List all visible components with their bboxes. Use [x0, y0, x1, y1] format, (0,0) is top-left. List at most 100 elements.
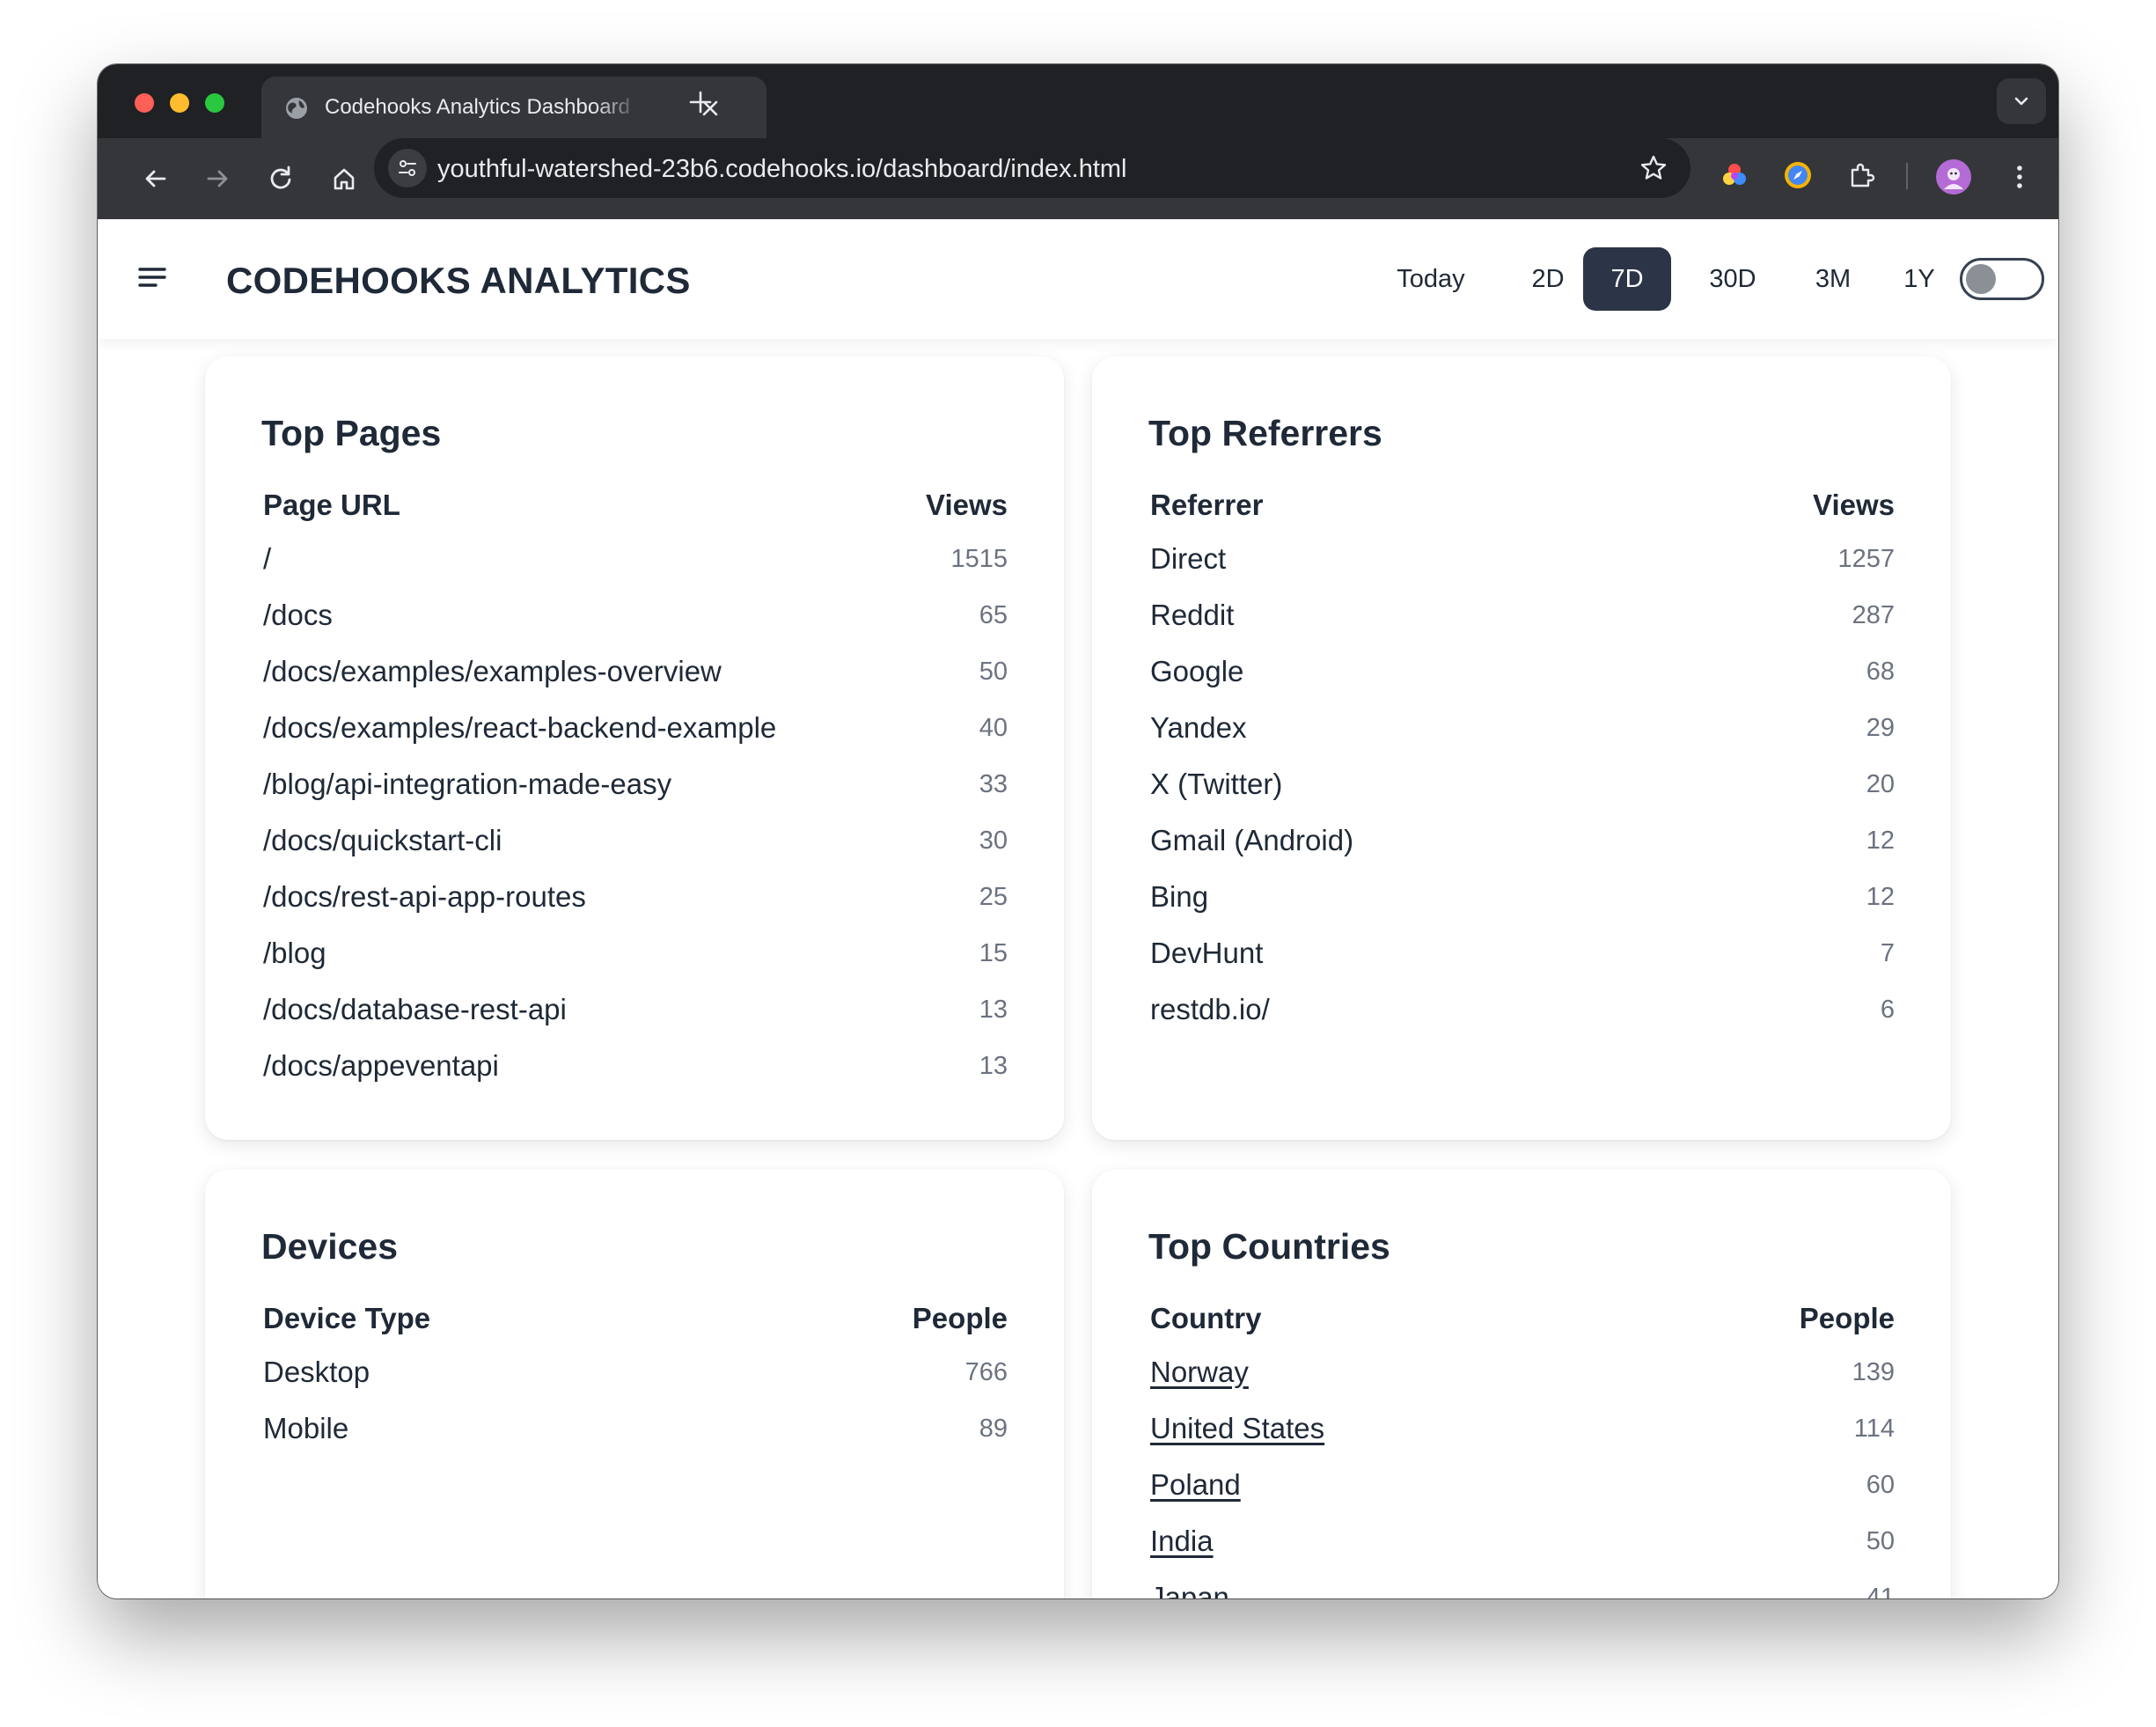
- url-text[interactable]: youthful-watershed-23b6.codehooks.io/das…: [437, 155, 1127, 184]
- top-pages-card: Top Pages Page URL Views / 1515 /docs 65 /…: [205, 356, 1064, 1140]
- table-row: /docs 65: [263, 587, 1008, 643]
- home-icon[interactable]: [326, 161, 362, 196]
- table-row: Direct 1257: [1150, 531, 1895, 587]
- top-pages-table: Page URL Views / 1515 /docs 65 /docs/examp…: [263, 480, 1008, 1094]
- toolbar-divider: [1906, 163, 1908, 189]
- row-label: /docs/examples/examples-overview: [263, 655, 722, 687]
- row-label: /: [263, 542, 272, 575]
- table-row: Bing 12: [1150, 869, 1895, 925]
- minimize-window-button[interactable]: [170, 93, 189, 113]
- country-link[interactable]: Norway: [1150, 1356, 1249, 1389]
- country-link[interactable]: Poland: [1150, 1468, 1241, 1502]
- more-vert-icon[interactable]: [2002, 159, 2037, 195]
- table-row: /docs/rest-api-app-routes 25: [263, 869, 1008, 925]
- column-header-views: Views: [926, 489, 1008, 521]
- toggle-knob: [1966, 264, 1996, 294]
- row-value: 12: [1866, 826, 1895, 855]
- range-button-7d[interactable]: 7D: [1583, 247, 1671, 311]
- row-value: 1257: [1837, 544, 1895, 573]
- bookmark-star-icon[interactable]: [1638, 152, 1669, 184]
- browser-window: Codehooks Analytics Dashboard youthful-w…: [98, 64, 2058, 1598]
- row-value: 15: [979, 938, 1008, 967]
- table-row: India 50: [1150, 1513, 1895, 1569]
- forward-arrow-icon[interactable]: [200, 161, 235, 196]
- profile-avatar-icon: [1944, 168, 1963, 189]
- card-title: Top Pages: [261, 413, 442, 453]
- row-label: /docs/examples/react-backend-example: [263, 711, 777, 744]
- top-referrers-card: Top Referrers Referrer Views Direct 1257 …: [1092, 356, 1951, 1140]
- row-label: Mobile: [263, 1412, 349, 1444]
- row-label: restdb.io/: [1150, 993, 1270, 1025]
- table-row: Poland 60: [1150, 1457, 1895, 1513]
- range-button-30d[interactable]: 30D: [1692, 247, 1773, 311]
- column-header-views: Views: [1813, 489, 1895, 521]
- table-row: / 1515: [263, 531, 1008, 587]
- devices-card: Devices Device Type People Desktop 766 Mo…: [205, 1170, 1064, 1598]
- table-header: Device Type People: [263, 1293, 1008, 1344]
- row-value: 287: [1852, 600, 1895, 629]
- maximize-window-button[interactable]: [205, 93, 224, 113]
- row-value: 33: [979, 769, 1008, 798]
- row-value: 40: [979, 713, 1008, 742]
- table-row: /docs/appeventapi 13: [263, 1038, 1008, 1094]
- range-button-today[interactable]: Today: [1381, 247, 1481, 311]
- row-value: 89: [979, 1414, 1008, 1443]
- column-header-referrer: Referrer: [1150, 489, 1264, 521]
- column-header-country: Country: [1150, 1302, 1262, 1334]
- range-button-2d[interactable]: 2D: [1509, 247, 1587, 311]
- row-value: 7: [1880, 938, 1895, 967]
- row-label: /docs/rest-api-app-routes: [263, 880, 586, 913]
- tune-icon: [399, 160, 416, 176]
- reload-icon[interactable]: [263, 161, 298, 196]
- page-content: CODEHOOKS ANALYTICS Today 2D 7D 30D 3M 1…: [98, 219, 2058, 1598]
- extensions-puzzle-icon[interactable]: [1844, 158, 1879, 193]
- row-value: 41: [1866, 1583, 1895, 1599]
- card-title: Top Referrers: [1148, 413, 1382, 453]
- tab-title: Codehooks Analytics Dashboard: [325, 95, 630, 119]
- theme-toggle[interactable]: [1960, 258, 2044, 300]
- address-bar[interactable]: youthful-watershed-23b6.codehooks.io/das…: [374, 138, 1690, 198]
- table-row: /docs/database-rest-api 13: [263, 981, 1008, 1038]
- menu-icon[interactable]: [133, 258, 172, 297]
- table-row: /blog 15: [263, 925, 1008, 981]
- row-value: 139: [1852, 1357, 1895, 1386]
- table-row: /docs/examples/examples-overview 50: [263, 643, 1008, 700]
- row-label: Google: [1150, 655, 1244, 687]
- row-label: /docs: [263, 599, 333, 631]
- column-header-people: People: [1799, 1302, 1895, 1334]
- country-link[interactable]: United States: [1150, 1412, 1324, 1445]
- row-value: 50: [1866, 1526, 1895, 1555]
- site-settings-button[interactable]: [388, 149, 427, 187]
- tab-strip: Codehooks Analytics Dashboard: [98, 64, 2058, 138]
- table-row: Gmail (Android) 12: [1150, 812, 1895, 869]
- row-value: 20: [1866, 769, 1895, 798]
- row-label: Yandex: [1150, 711, 1247, 744]
- row-label: /docs/appeventapi: [263, 1049, 499, 1082]
- top-countries-card: Top Countries Country People Norway 139 U…: [1092, 1170, 1951, 1598]
- profile-avatar[interactable]: [1936, 159, 1971, 195]
- new-tab-icon[interactable]: [687, 89, 714, 115]
- color-picker-extension-icon[interactable]: [1717, 158, 1752, 193]
- back-arrow-icon[interactable]: [138, 161, 173, 196]
- row-value: 13: [979, 1051, 1008, 1080]
- table-header: Referrer Views: [1150, 480, 1895, 531]
- country-link[interactable]: Japan: [1150, 1581, 1229, 1598]
- row-label: /docs/quickstart-cli: [263, 824, 502, 856]
- row-value: 1515: [950, 544, 1008, 573]
- row-value: 6: [1880, 995, 1895, 1024]
- table-header: Page URL Views: [263, 480, 1008, 531]
- table-row: X (Twitter) 20: [1150, 756, 1895, 812]
- tab-search-button[interactable]: [1997, 78, 2046, 124]
- range-button-1y[interactable]: 1Y: [1886, 247, 1953, 311]
- card-title: Top Countries: [1148, 1226, 1390, 1267]
- row-value: 766: [964, 1357, 1008, 1386]
- column-header-page-url: Page URL: [263, 489, 400, 521]
- table-row: United States 114: [1150, 1400, 1895, 1457]
- close-window-button[interactable]: [135, 93, 154, 113]
- row-label: Bing: [1150, 880, 1209, 913]
- row-label: Reddit: [1150, 599, 1235, 631]
- country-link[interactable]: India: [1150, 1525, 1214, 1558]
- top-countries-table: Country People Norway 139 United States 11…: [1150, 1293, 1895, 1598]
- compass-extension-icon[interactable]: [1780, 158, 1815, 193]
- range-button-3m[interactable]: 3M: [1796, 247, 1870, 311]
